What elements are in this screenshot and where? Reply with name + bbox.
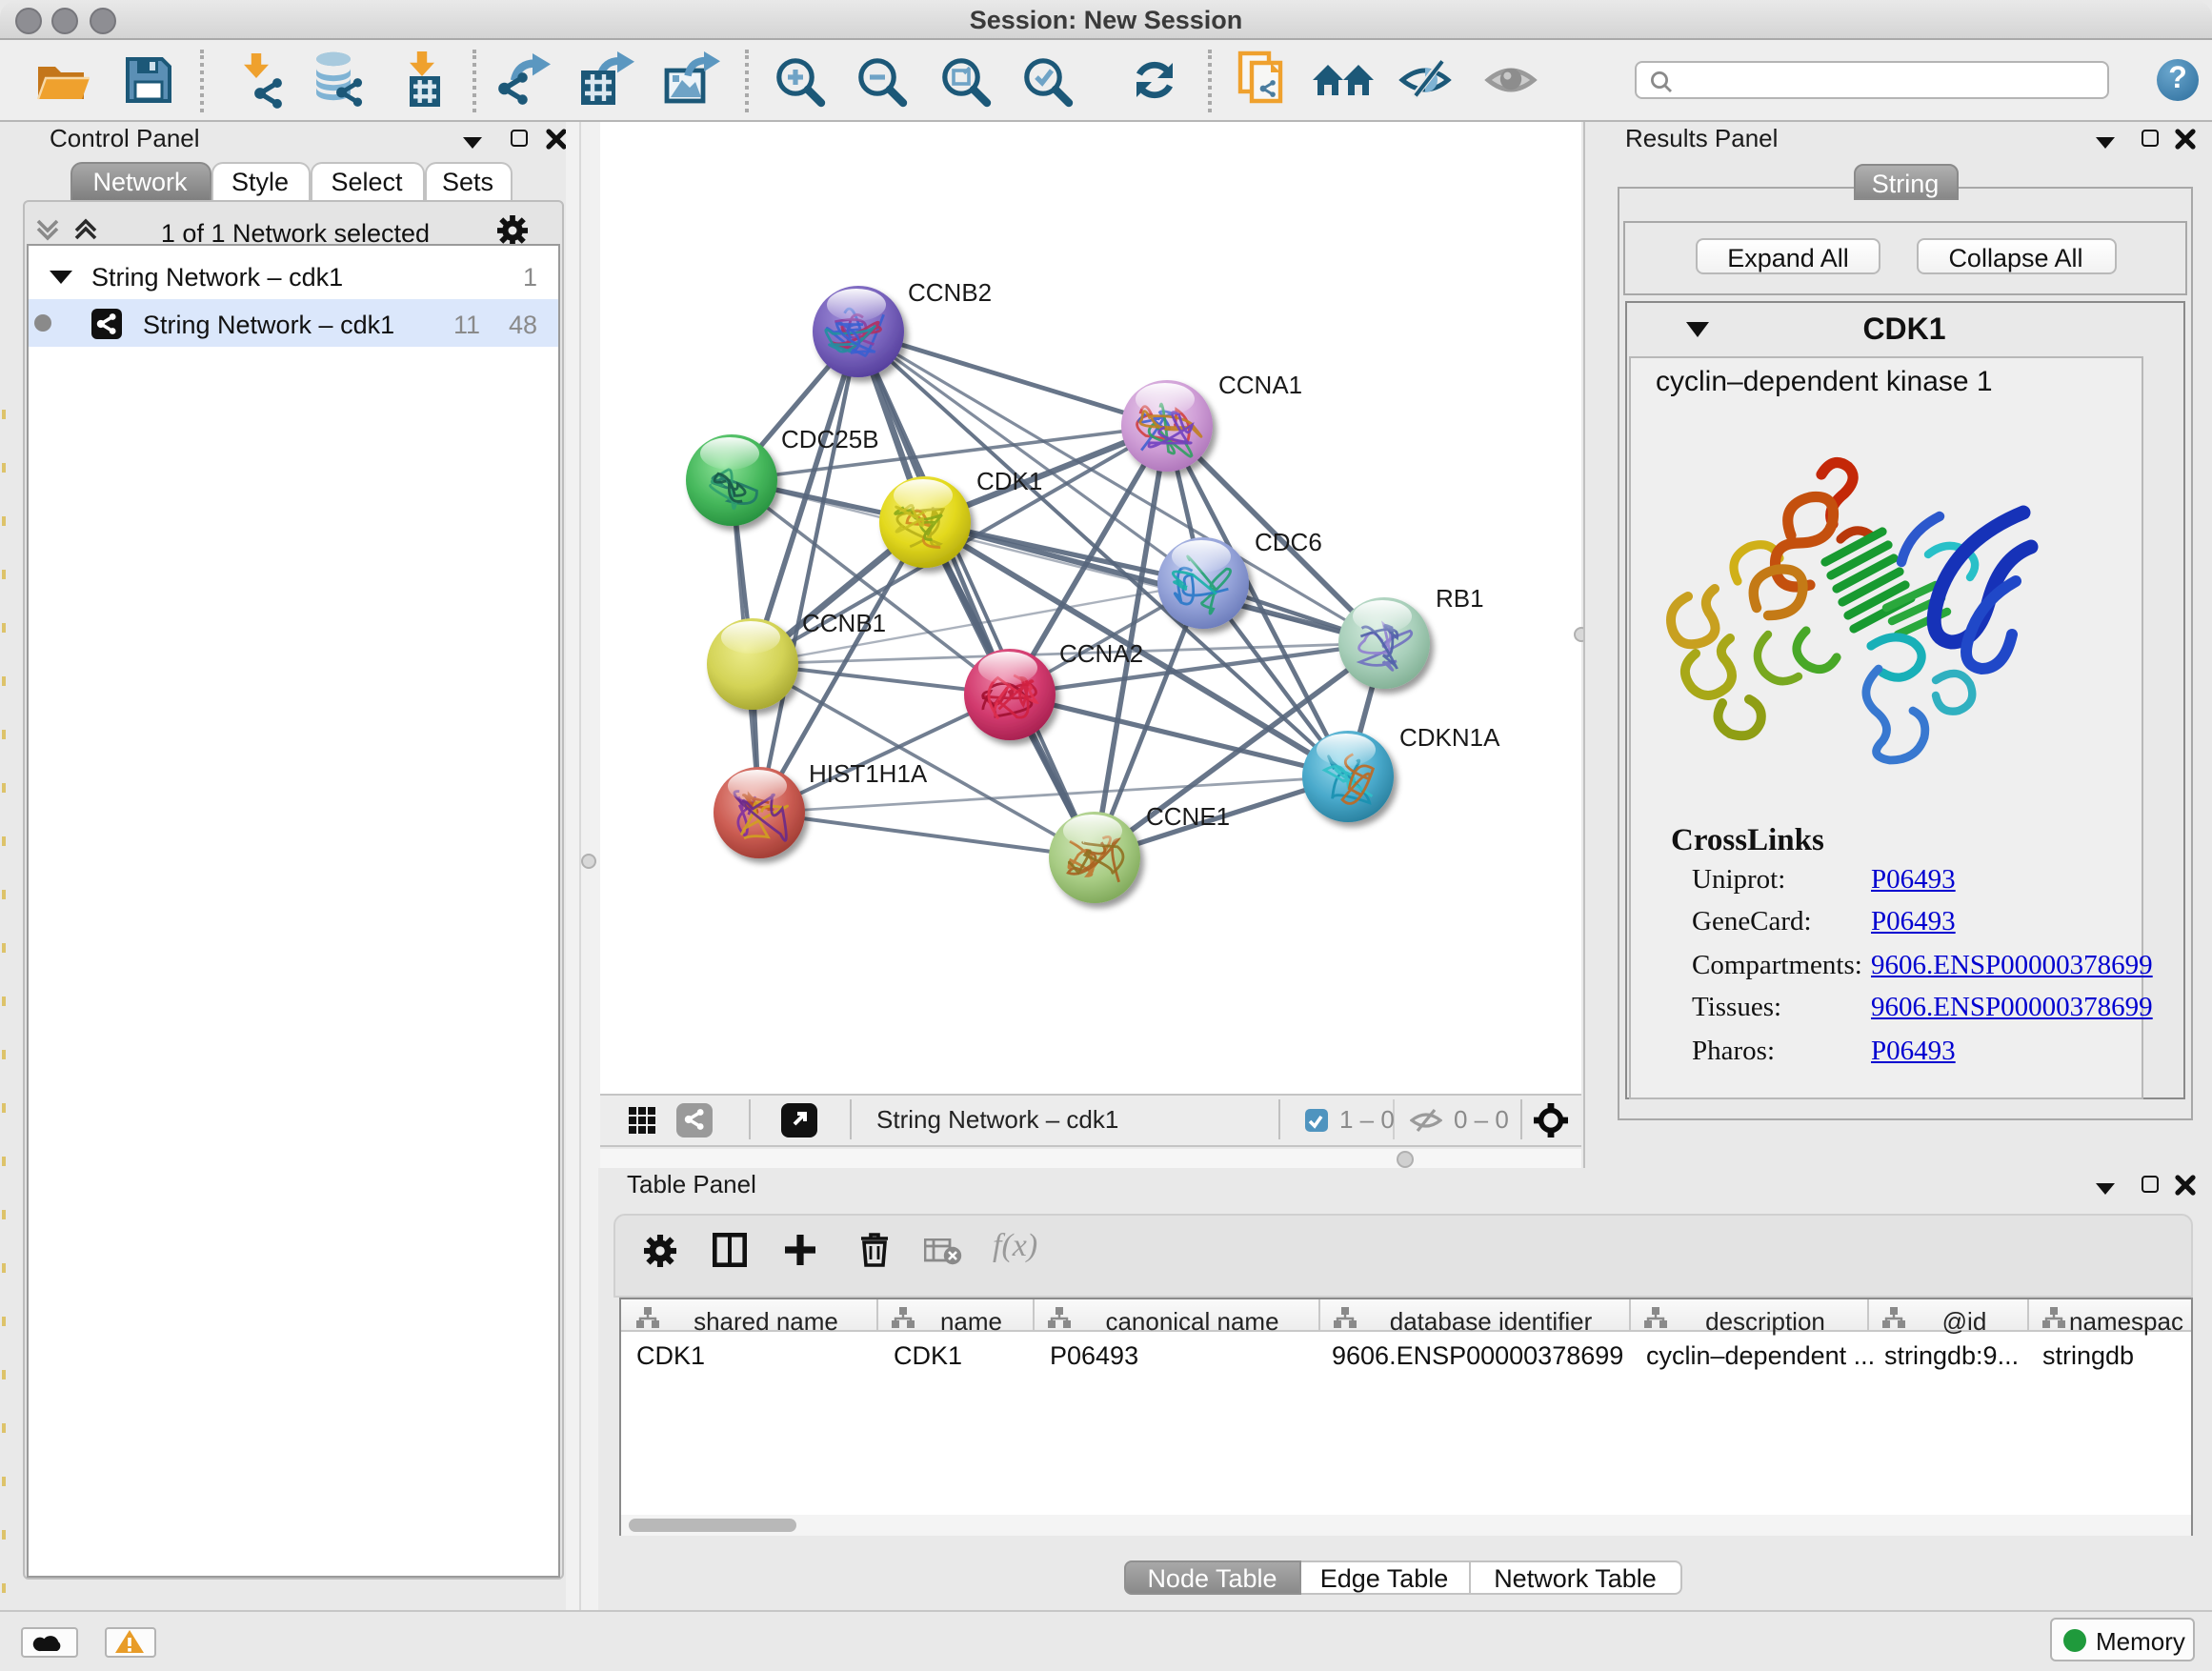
svg-text:CDC6: CDC6 [1255, 528, 1322, 556]
svg-text:RB1: RB1 [1436, 584, 1484, 613]
svg-text:CCNB2: CCNB2 [908, 278, 992, 307]
svg-text:CCNA2: CCNA2 [1059, 639, 1143, 668]
svg-text:CCNB1: CCNB1 [802, 609, 886, 637]
svg-text:CCNA1: CCNA1 [1218, 371, 1302, 399]
svg-text:CCNE1: CCNE1 [1146, 802, 1230, 831]
svg-text:CDKN1A: CDKN1A [1399, 723, 1500, 752]
svg-text:CDK1: CDK1 [976, 467, 1042, 495]
svg-text:CDC25B: CDC25B [781, 425, 879, 453]
svg-text:HIST1H1A: HIST1H1A [809, 759, 928, 788]
